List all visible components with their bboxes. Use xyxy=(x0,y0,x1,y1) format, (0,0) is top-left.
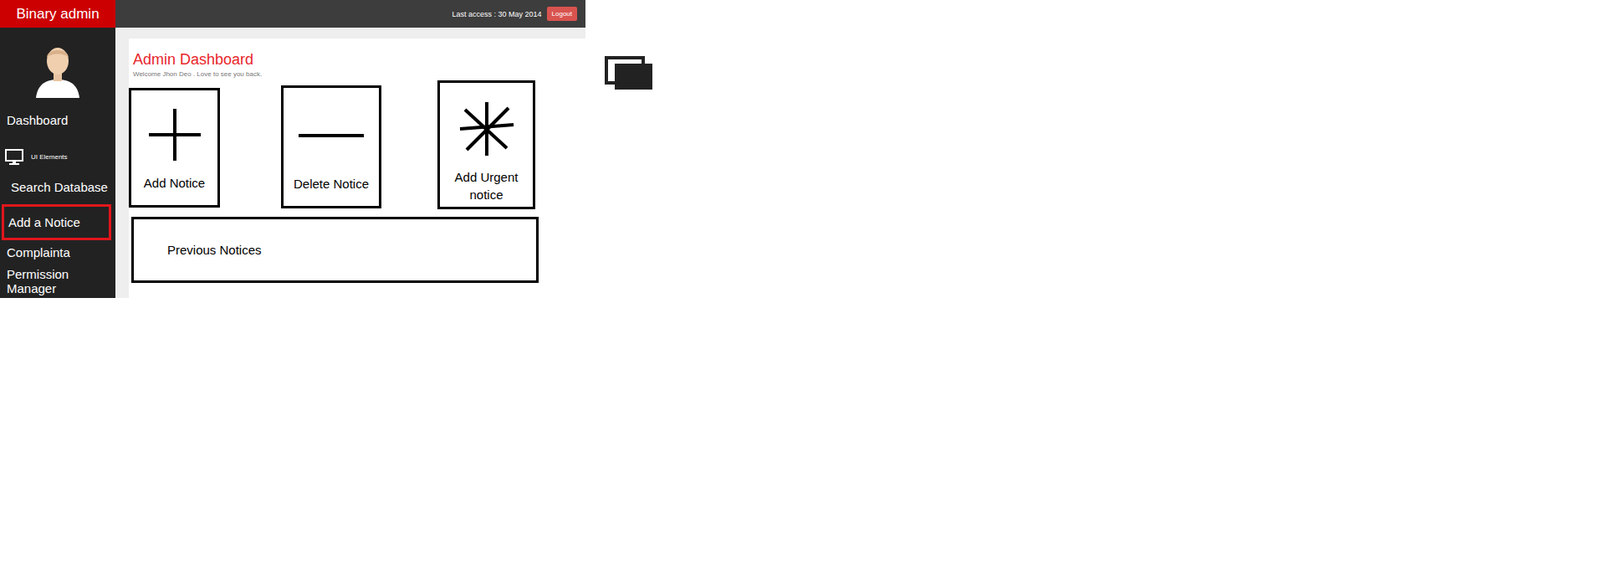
main-area: DashboardUI ElementsSearch DatabaseAdd a… xyxy=(0,27,586,298)
previous-notices[interactable]: Previous Notices xyxy=(131,216,539,283)
action-label: Add Urgent notice xyxy=(443,168,530,204)
logout-button[interactable]: Logout xyxy=(546,6,578,21)
action-label: Add Notice xyxy=(143,173,205,192)
action-card[interactable]: Add Urgent notice xyxy=(437,80,536,210)
action-row: Add Notice Delete Notice Add Urgent notice xyxy=(128,80,586,210)
dashboard-panel: Admin DashboardWelcome Jhon Deo . Love t… xyxy=(128,38,586,298)
plus-icon xyxy=(145,105,205,164)
sidebar-item[interactable]: Add a Notice xyxy=(1,204,112,241)
user-avatar-icon xyxy=(32,40,83,98)
action-label: Delete Notice xyxy=(293,174,369,193)
logo[interactable]: Binary admin xyxy=(0,0,116,28)
sidebar-item[interactable]: Permission Manager xyxy=(0,263,84,296)
last-access: Last access : 30 May 2014 xyxy=(451,10,542,19)
monitor-icon xyxy=(5,148,24,165)
action-card[interactable]: Add Notice xyxy=(128,87,220,208)
minus-icon xyxy=(296,106,366,165)
top-bar: Binary admin Last access : 30 May 2014 Log… xyxy=(0,0,586,28)
windows-icon xyxy=(604,56,654,90)
sidebar-item[interactable]: Dashboard xyxy=(0,107,116,132)
welcome-text: Welcome Jhon Deo . Love to see you back. xyxy=(132,70,586,79)
asterisk-icon xyxy=(454,99,519,159)
page-title: Admin Dashboard xyxy=(132,50,586,69)
action-card[interactable]: Delete Notice xyxy=(281,85,382,209)
sidebar: DashboardUI ElementsSearch DatabaseAdd a… xyxy=(0,27,116,298)
top-right: Last access : 30 May 2014 Logout xyxy=(115,0,586,28)
admin-app: Binary admin Last access : 30 May 2014 Log… xyxy=(0,0,586,298)
sidebar-item[interactable]: Complainta xyxy=(0,240,116,264)
sidebar-item[interactable]: Search Database xyxy=(0,171,116,202)
sidebar-item[interactable]: UI Elements xyxy=(0,131,116,172)
avatar xyxy=(0,27,116,108)
